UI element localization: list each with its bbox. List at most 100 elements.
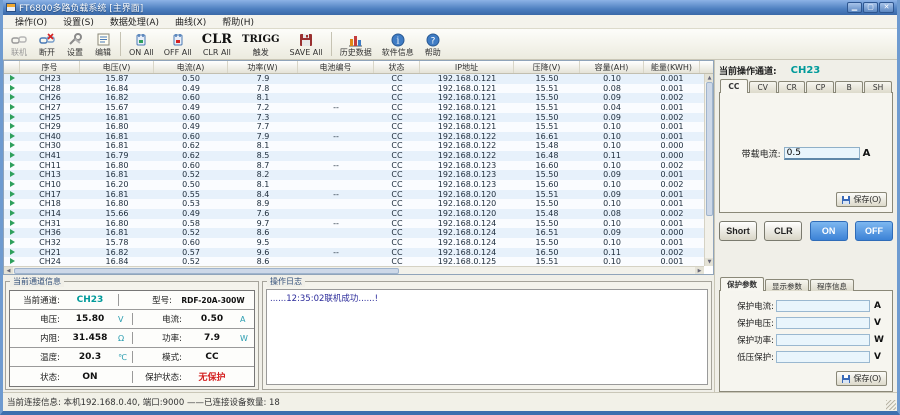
history-data-button[interactable]: 历史数据 [335,29,377,59]
table-row[interactable]: CH18 16.80 0.53 8.9 CC 192.168.0.120 15.… [4,199,704,209]
column-header[interactable]: 能量(KWH) [644,61,700,73]
column-header[interactable]: 功率(W) [228,61,298,73]
column-header[interactable]: 电压(V) [80,61,154,73]
save-protection-button[interactable]: 保存(O) [836,371,887,386]
column-header[interactable]: 状态 [374,61,420,73]
log-output[interactable]: ......12:35:02联机成功......! [266,289,708,385]
cell-voltage: 16.20 [80,180,154,190]
on-all-button[interactable]: ON All [124,29,159,59]
table-row[interactable]: CH27 15.67 0.49 7.2 -- CC 192.168.0.121 … [4,103,704,113]
protection-field-input[interactable] [776,317,870,329]
off-all-button[interactable]: OFF All [159,29,197,59]
window-title: FT6800多路负载系统 [主界面] [19,1,143,14]
cell-voltage: 16.82 [80,93,154,103]
protection-field-input[interactable] [776,351,870,363]
mode-tab[interactable]: CC [720,79,748,93]
protection-field-input[interactable] [776,300,870,312]
on-button[interactable]: ON [810,221,848,241]
horizontal-scroll-thumb[interactable] [14,268,399,274]
protection-field-input[interactable] [776,334,870,346]
cell-vdrop: 16.61 [514,132,580,142]
scroll-up-arrow[interactable]: ▲ [705,74,714,82]
cell-energy: 0.002 [644,180,700,190]
resize-grip[interactable] [886,400,896,410]
trigger-button[interactable]: TRIGG 触发 [237,29,285,59]
mode-tab[interactable]: CV [749,81,777,93]
close-button[interactable]: ✕ [879,2,894,13]
settings-button[interactable]: 设置 [61,29,89,59]
vertical-scrollbar[interactable]: ▲ ▼ [704,74,713,266]
clear-button[interactable]: CLR [764,221,802,241]
column-header[interactable]: 电池编号 [298,61,374,73]
cell-status: CC [374,238,420,248]
cell-battery-id [298,93,374,103]
table-row[interactable]: CH41 16.79 0.62 8.5 CC 192.168.0.122 16.… [4,151,704,161]
table-row[interactable]: CH21 16.82 0.57 9.6 -- CC 192.168.0.124 … [4,248,704,258]
column-header[interactable]: 序号 [20,61,80,73]
column-header[interactable]: IP地址 [420,61,514,73]
connect-button[interactable]: 联机 [5,29,33,59]
protection-tab[interactable]: 显示参数 [765,279,809,291]
minimize-button[interactable]: ▁ [847,2,862,13]
table-row[interactable]: CH26 16.82 0.60 8.1 CC 192.168.0.121 15.… [4,93,704,103]
scroll-down-arrow[interactable]: ▼ [705,258,714,266]
scroll-right-arrow[interactable]: ▶ [695,267,704,275]
mode-tab[interactable]: CR [778,81,806,93]
software-info-button[interactable]: i 软件信息 [377,29,419,59]
table-row[interactable]: CH23 15.87 0.50 7.9 CC 192.168.0.121 15.… [4,74,704,84]
menu-item[interactable]: 设置(S) [55,15,102,28]
save-setting-button[interactable]: 保存(O) [836,192,887,207]
table-row[interactable]: CH36 16.81 0.52 8.6 CC 192.168.0.124 16.… [4,228,704,238]
column-header[interactable]: 容量(AH) [580,61,644,73]
mode-tab[interactable]: B [835,81,863,93]
load-current-input[interactable] [784,147,860,160]
help-button[interactable]: ? 帮助 [419,29,447,59]
off-button[interactable]: OFF [855,221,893,241]
column-header[interactable]: 电流(A) [154,61,228,73]
cell-ip: 192.168.0.120 [420,209,514,219]
disconnect-button[interactable]: 断开 [33,29,61,59]
cell-energy: 0.002 [644,113,700,123]
cell-vdrop: 16.48 [514,151,580,161]
menu-item[interactable]: 曲线(X) [167,15,214,28]
short-button[interactable]: Short [719,221,757,241]
table-row[interactable]: CH14 15.66 0.49 7.6 CC 192.168.0.120 15.… [4,209,704,219]
menu-item[interactable]: 操作(O) [7,15,55,28]
cell-status: CC [374,228,420,238]
cell-ip: 192.168.0.124 [420,228,514,238]
menu-item[interactable]: 数据处理(A) [102,15,167,28]
table-row[interactable]: CH30 16.81 0.62 8.1 CC 192.168.0.122 15.… [4,141,704,151]
table-row[interactable]: CH17 16.81 0.55 8.4 -- CC 192.168.0.120 … [4,190,704,200]
row-status-cell [4,122,20,132]
cell-battery-id: -- [298,248,374,258]
table-row[interactable]: CH40 16.81 0.60 7.9 -- CC 192.168.0.122 … [4,132,704,142]
maximize-button[interactable]: ▢ [863,2,878,13]
protection-field-row: 保护功率: W [720,331,892,348]
protection-tab[interactable]: 保护参数 [720,277,764,291]
save-all-button[interactable]: SAVE All [285,29,328,59]
table-row[interactable]: CH31 16.80 0.58 9.7 -- CC 192.168.0.124 … [4,219,704,229]
cell-power: 8.5 [228,151,298,161]
cell-battery-id: -- [298,161,374,171]
scroll-left-arrow[interactable]: ◀ [4,267,13,275]
menu-item[interactable]: 帮助(H) [214,15,262,28]
table-row[interactable]: CH11 16.80 0.60 8.7 -- CC 192.168.0.123 … [4,161,704,171]
mode-tab[interactable]: CP [806,81,834,93]
cell-power: 9.7 [228,219,298,229]
table-row[interactable]: CH28 16.84 0.49 7.8 CC 192.168.0.121 15.… [4,84,704,94]
edit-button[interactable]: 编辑 [89,29,117,59]
table-row[interactable]: CH13 16.81 0.52 8.2 CC 192.168.0.123 15.… [4,170,704,180]
horizontal-scrollbar[interactable]: ◀ ▶ [4,266,704,274]
protection-tab[interactable]: 程序信息 [810,279,854,291]
vertical-scroll-thumb[interactable] [706,82,713,216]
mode-tab[interactable]: SH [864,81,892,93]
table-row[interactable]: CH24 16.84 0.52 8.6 CC 192.168.0.125 15.… [4,257,704,266]
table-row[interactable]: CH29 16.80 0.49 7.7 CC 192.168.0.121 15.… [4,122,704,132]
table-row[interactable]: CH10 16.20 0.50 8.1 CC 192.168.0.123 15.… [4,180,704,190]
clr-all-button[interactable]: CLR CLR All [197,29,237,59]
table-row[interactable]: CH25 16.81 0.60 7.3 CC 192.168.0.121 15.… [4,113,704,123]
cell-current: 0.60 [154,113,228,123]
table-row[interactable]: CH32 15.78 0.60 9.5 CC 192.168.0.124 15.… [4,238,704,248]
column-header[interactable]: 压降(V) [514,61,580,73]
cell-vdrop: 16.51 [514,228,580,238]
